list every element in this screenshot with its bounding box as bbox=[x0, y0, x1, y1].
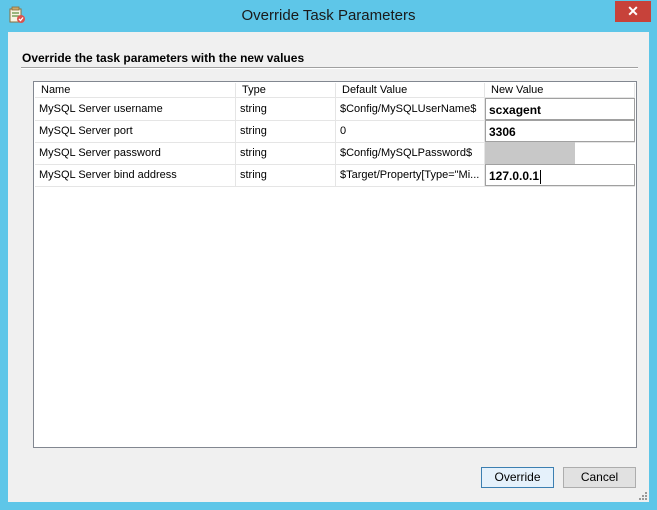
cancel-button-label: Cancel bbox=[580, 470, 619, 484]
dialog-window: Override Task Parameters ✕ Override the … bbox=[0, 0, 657, 510]
parameter-default-value: $Config/MySQLUserName$ bbox=[336, 98, 485, 120]
column-header-default-value[interactable]: Default Value bbox=[336, 83, 485, 97]
column-header-new-value[interactable]: New Value bbox=[485, 83, 635, 97]
title-bar[interactable]: Override Task Parameters ✕ bbox=[0, 0, 657, 32]
heading-divider bbox=[21, 67, 638, 69]
parameter-type: string bbox=[236, 142, 336, 164]
parameter-name: MySQL Server port bbox=[35, 120, 236, 142]
new-value-input[interactable]: 3306 bbox=[485, 120, 635, 142]
parameter-name: MySQL Server bind address bbox=[35, 164, 236, 186]
column-header-name[interactable]: Name bbox=[35, 83, 236, 97]
text-caret bbox=[540, 169, 542, 184]
table-row[interactable]: MySQL Server bind address string $Target… bbox=[35, 164, 635, 187]
window-title: Override Task Parameters bbox=[241, 7, 416, 24]
parameter-name: MySQL Server password bbox=[35, 142, 236, 164]
table-row[interactable]: MySQL Server password string $Config/MyS… bbox=[35, 142, 635, 165]
parameters-grid[interactable]: Name Type Default Value New Value MySQL … bbox=[33, 81, 637, 448]
parameter-type: string bbox=[236, 98, 336, 120]
new-value-input-active[interactable]: 127.0.0.1 bbox=[485, 164, 635, 186]
new-value-text: 127.0.0.1 bbox=[489, 169, 540, 183]
column-header-type[interactable]: Type bbox=[236, 83, 336, 97]
resize-grip-icon[interactable] bbox=[637, 490, 647, 500]
parameter-default-value: $Config/MySQLPassword$ bbox=[336, 142, 485, 164]
table-row[interactable]: MySQL Server port string 0 3306 bbox=[35, 120, 635, 143]
dialog-body: Override the task parameters with the ne… bbox=[8, 32, 649, 502]
close-button[interactable]: ✕ bbox=[615, 1, 651, 22]
parameter-default-value: 0 bbox=[336, 120, 485, 142]
grid-header: Name Type Default Value New Value bbox=[35, 83, 635, 98]
parameter-type: string bbox=[236, 164, 336, 186]
section-heading: Override the task parameters with the ne… bbox=[22, 51, 305, 65]
override-button[interactable]: Override bbox=[481, 467, 554, 488]
parameter-default-value: $Target/Property[Type="Mi... bbox=[336, 164, 485, 186]
close-icon: ✕ bbox=[627, 3, 639, 19]
table-row[interactable]: MySQL Server username string $Config/MyS… bbox=[35, 98, 635, 121]
cancel-button[interactable]: Cancel bbox=[563, 467, 636, 488]
parameter-type: string bbox=[236, 120, 336, 142]
parameter-name: MySQL Server username bbox=[35, 98, 236, 120]
override-button-label: Override bbox=[494, 470, 541, 484]
new-value-input[interactable] bbox=[485, 142, 575, 164]
new-value-input[interactable]: scxagent bbox=[485, 98, 635, 120]
